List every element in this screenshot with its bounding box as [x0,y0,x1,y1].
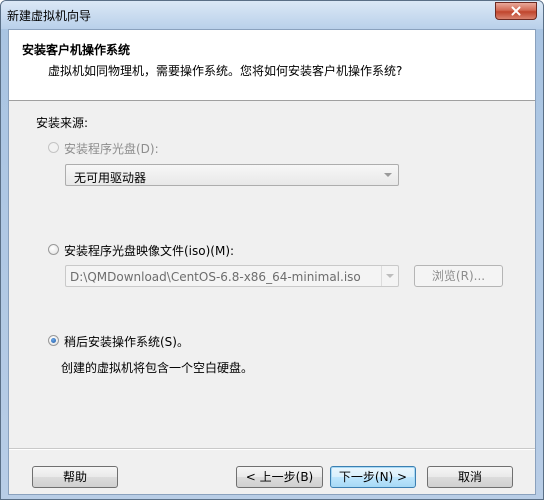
cancel-button[interactable]: 取消 [427,466,513,488]
close-button[interactable] [495,2,537,20]
radio-install-later[interactable] [48,335,59,346]
iso-path-value: D:\QMDownload\CentOS-6.8-x86_64-minimal.… [70,270,361,284]
radio-installer-disc[interactable] [48,142,59,153]
radio-install-later-label: 稍后安装操作系统(S)。 [64,335,189,349]
iso-dropdown-toggle[interactable] [381,266,398,286]
page-subtitle: 虚拟机如同物理机，需要操作系统。您将如何安装客户机操作系统? [48,64,403,78]
install-source-label: 安装来源: [36,116,89,130]
radio-iso-image[interactable] [48,244,59,255]
wizard-window: 新建虚拟机向导 安装客户机操作系统 虚拟机如同物理机，需要操作系统。您将如何安装… [0,0,544,500]
drive-select-value: 无可用驱动器 [74,171,147,185]
chevron-down-icon [384,173,392,177]
page-title: 安装客户机操作系统 [22,43,131,57]
install-later-description: 创建的虚拟机将包含一个空白硬盘。 [61,361,254,375]
close-icon [511,6,521,16]
iso-path-input[interactable]: D:\QMDownload\CentOS-6.8-x86_64-minimal.… [65,265,399,287]
chevron-down-icon [386,274,394,278]
wizard-body: 安装客户机操作系统 虚拟机如同物理机，需要操作系统。您将如何安装客户机操作系统?… [8,29,536,495]
window-title: 新建虚拟机向导 [7,9,92,23]
help-button[interactable]: 帮助 [32,466,118,488]
back-button[interactable]: < 上一步(B) [236,466,323,488]
radio-installer-disc-label: 安装程序光盘(D): [64,142,159,156]
header-panel: 安装客户机操作系统 虚拟机如同物理机，需要操作系统。您将如何安装客户机操作系统? [9,30,535,101]
drive-select[interactable]: 无可用驱动器 [65,164,399,186]
footer-divider [9,448,535,450]
browse-button[interactable]: 浏览(R)... [414,265,503,287]
next-button[interactable]: 下一步(N) > [330,466,416,488]
title-bar[interactable]: 新建虚拟机向导 [1,1,543,29]
radio-iso-image-label: 安装程序光盘映像文件(iso)(M): [64,244,235,258]
